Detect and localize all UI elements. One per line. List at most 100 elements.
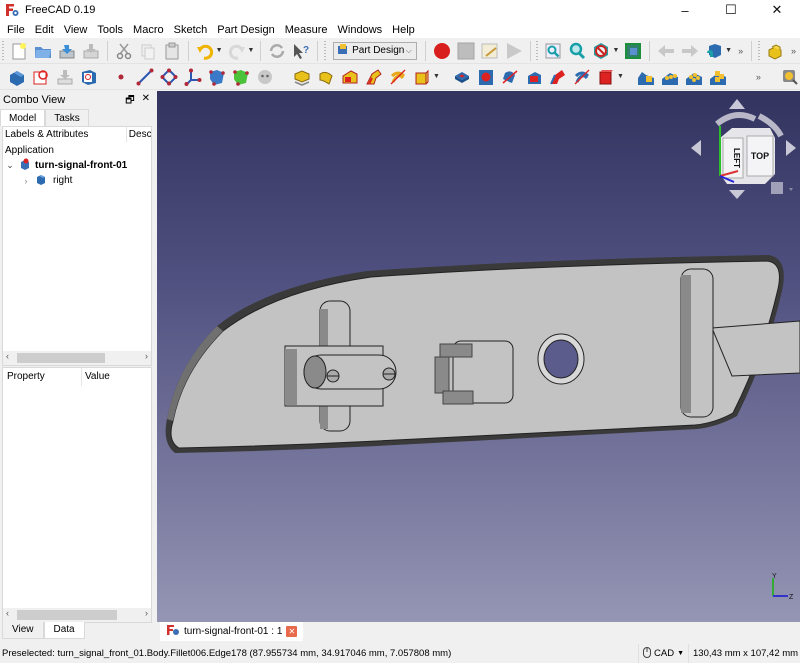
tree-item-body[interactable]: › right [3, 173, 151, 188]
attach-sketch-icon[interactable] [79, 67, 99, 87]
save-as-icon[interactable] [81, 41, 101, 61]
tab-tasks[interactable]: Tasks [45, 109, 89, 126]
workbench-selector[interactable]: Part Design ⌵ [333, 41, 417, 60]
additive-primitive-icon[interactable] [412, 67, 432, 87]
local-coordinate-system-icon[interactable] [183, 67, 203, 87]
part-primitive-icon[interactable] [765, 41, 785, 61]
datum-line-icon[interactable] [135, 67, 155, 87]
subtractive-primitive-dropdown-icon[interactable]: ▼ [617, 73, 624, 80]
clone-icon[interactable] [255, 67, 275, 87]
datum-point-icon[interactable] [111, 67, 131, 87]
menu-macro[interactable]: Macro [128, 20, 169, 40]
refresh-icon[interactable] [267, 41, 287, 61]
scroll-right-icon[interactable]: › [145, 608, 148, 618]
linear-pattern-icon[interactable] [660, 67, 680, 87]
revolution-icon[interactable] [316, 67, 336, 87]
additive-pipe-icon[interactable] [364, 67, 384, 87]
navigation-style-selector[interactable]: CAD ▼ [638, 644, 684, 663]
menu-help[interactable]: Help [387, 20, 420, 40]
menu-view[interactable]: View [59, 20, 93, 40]
subtractive-pipe-icon[interactable] [548, 67, 568, 87]
cut-icon[interactable] [114, 41, 134, 61]
back-arrow-icon[interactable] [656, 41, 676, 61]
forward-arrow-icon[interactable] [680, 41, 700, 61]
undo-dropdown-icon[interactable]: ▼ [216, 47, 223, 54]
collapse-chevron-icon[interactable]: › [19, 176, 33, 186]
minimize-button[interactable]: – [662, 0, 708, 20]
polar-pattern-icon[interactable] [684, 67, 704, 87]
menu-edit[interactable]: Edit [30, 20, 59, 40]
tab-model[interactable]: Model [0, 109, 46, 126]
property-column-header[interactable]: Property [3, 368, 81, 386]
scrollbar-thumb[interactable] [17, 353, 105, 363]
create-sketch-icon[interactable] [31, 67, 51, 87]
additive-primitive-dropdown-icon[interactable]: ▼ [433, 73, 440, 80]
menu-windows[interactable]: Windows [333, 20, 388, 40]
menu-tools[interactable]: Tools [92, 20, 128, 40]
menu-part-design[interactable]: Part Design [212, 20, 279, 40]
measure-icon[interactable] [780, 67, 800, 87]
macro-stop-icon[interactable] [456, 41, 476, 61]
save-icon[interactable] [57, 41, 77, 61]
scroll-left-icon[interactable]: ‹ [6, 351, 9, 361]
subtractive-primitive-icon[interactable] [596, 67, 616, 87]
close-document-icon[interactable]: ✕ [286, 626, 298, 637]
3d-viewport[interactable]: LEFT TOP Y Z [157, 91, 800, 622]
tree-header-labels[interactable]: Labels & Attributes [3, 127, 126, 142]
toolbar-overflow-icon[interactable]: » [738, 46, 743, 56]
redo-icon[interactable] [227, 41, 247, 61]
menu-file[interactable]: File [2, 20, 30, 40]
value-column-header[interactable]: Value [81, 368, 110, 386]
navigation-cube[interactable]: LEFT TOP [687, 96, 800, 204]
pocket-icon[interactable] [452, 67, 472, 87]
scroll-right-icon[interactable]: › [145, 351, 148, 361]
hole-icon[interactable] [476, 67, 496, 87]
toolbar-overflow-icon[interactable]: » [756, 72, 761, 82]
subtractive-helix-icon[interactable] [572, 67, 592, 87]
maximize-button[interactable]: ☐ [708, 0, 754, 20]
fit-selection-icon[interactable] [567, 41, 587, 61]
pad-icon[interactable] [292, 67, 312, 87]
document-tab[interactable]: turn-signal-front-01 : 1 ✕ [160, 622, 304, 641]
scroll-left-icon[interactable]: ‹ [6, 608, 9, 618]
undock-icon[interactable]: 🗗 [125, 93, 134, 110]
property-horizontal-scrollbar[interactable]: ‹ › [3, 608, 151, 622]
validate-sketch-icon[interactable] [55, 67, 75, 87]
macro-run-icon[interactable] [504, 41, 524, 61]
std-views-dropdown-icon[interactable]: ▼ [725, 47, 732, 54]
close-panel-icon[interactable]: ✕ [142, 93, 150, 110]
copy-icon[interactable] [138, 41, 158, 61]
tree-header-description[interactable]: Desc [125, 127, 151, 142]
close-button[interactable]: ✕ [754, 0, 800, 20]
tab-view[interactable]: View [2, 622, 44, 639]
scrollbar-thumb[interactable] [17, 610, 117, 620]
redo-dropdown-icon[interactable]: ▼ [248, 47, 255, 54]
multitransform-icon[interactable] [708, 67, 728, 87]
expand-chevron-icon[interactable]: ⌄ [3, 160, 17, 171]
new-document-icon[interactable] [9, 41, 29, 61]
std-views-icon[interactable] [704, 41, 724, 61]
tree-horizontal-scrollbar[interactable]: ‹ › [3, 351, 151, 365]
toolbar-overflow-icon[interactable]: » [791, 46, 796, 56]
tree-item-document[interactable]: ⌄ turn-signal-front-01 [3, 158, 151, 173]
undo-icon[interactable] [195, 41, 215, 61]
whats-this-icon[interactable]: ? [291, 41, 311, 61]
shape-binder-icon[interactable] [207, 67, 227, 87]
mirrored-icon[interactable] [636, 67, 656, 87]
groove-icon[interactable] [500, 67, 520, 87]
menu-measure[interactable]: Measure [280, 20, 333, 40]
bounding-box-icon[interactable] [623, 41, 643, 61]
macro-edit-icon[interactable] [480, 41, 500, 61]
paste-icon[interactable] [162, 41, 182, 61]
open-folder-icon[interactable] [33, 41, 53, 61]
toolbar-grip[interactable] [2, 40, 5, 61]
draw-style-dropdown-icon[interactable]: ▼ [612, 47, 619, 54]
tab-data[interactable]: Data [43, 622, 85, 639]
draw-style-icon[interactable] [591, 41, 611, 61]
datum-plane-icon[interactable] [159, 67, 179, 87]
subtractive-loft-icon[interactable] [524, 67, 544, 87]
additive-loft-icon[interactable] [340, 67, 360, 87]
create-body-icon[interactable] [7, 67, 27, 87]
additive-helix-icon[interactable] [388, 67, 408, 87]
macro-record-icon[interactable] [432, 41, 452, 61]
